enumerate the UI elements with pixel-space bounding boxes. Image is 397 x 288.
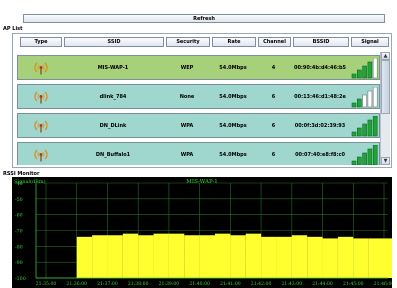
bssid-cell: 00:0f:3d:02:39:93 — [294, 123, 346, 129]
x-tick-label: 21:44:00 — [312, 281, 333, 287]
ap-list-title: AP List — [3, 26, 23, 32]
rssi-bar — [138, 235, 154, 278]
rssi-bar — [276, 236, 292, 278]
x-tick-label: 21:35:00 — [36, 281, 57, 287]
signal-strength-icon — [351, 57, 379, 79]
rssi-bar — [337, 236, 354, 278]
column-security[interactable]: Security — [166, 37, 210, 47]
x-tick-label: 21:40:00 — [189, 281, 210, 287]
x-tick-label: 21:36:00 — [66, 281, 87, 287]
rssi-bar — [353, 238, 369, 278]
ap-row-2[interactable]: dlink_784 None 54.0Mbps 6 00:13:46:d1:48:2e — [17, 84, 380, 109]
rssi-bar — [92, 235, 108, 278]
ap-list-rows: MIS-WAP-1 WEP 54.0Mbps 4 00:90:4b:d4:46:b5 dl… — [17, 52, 380, 165]
ssid-cell: MIS-WAP-1 — [97, 65, 129, 71]
signal-strength-icon — [351, 115, 379, 137]
bssid-cell: 00:13:46:d1:48:2e — [294, 94, 346, 100]
y-tick-label: -90 — [15, 260, 23, 266]
y-tick-label: -70 — [15, 229, 23, 235]
wireless-ap-icon — [33, 60, 49, 76]
security-cell: None — [179, 94, 195, 100]
rssi-bar — [153, 233, 169, 278]
bssid-cell: 00:90:4b:d4:46:b5 — [293, 65, 347, 71]
ssid-cell: DN_Buffalo1 — [95, 152, 131, 158]
x-tick-label: 21:42:00 — [251, 281, 272, 287]
y-tick-label: -60 — [15, 213, 23, 219]
rssi-bar — [107, 235, 123, 278]
column-rate[interactable]: Rate — [212, 37, 256, 47]
security-cell: WPA — [180, 152, 194, 158]
rssi-bar — [291, 235, 308, 278]
column-ssid[interactable]: SSID — [64, 37, 164, 47]
column-type[interactable]: Type — [20, 37, 62, 47]
channel-cell: 6 — [271, 94, 276, 100]
column-bssid[interactable]: BSSID — [293, 37, 349, 47]
refresh-button[interactable]: Refresh — [23, 14, 385, 23]
ssid-cell: dlink_784 — [99, 94, 127, 100]
rssi-bar — [168, 233, 185, 278]
x-tick-label: 21:45:00 — [343, 281, 364, 287]
chart-title: MIS-WAP-1 — [186, 179, 217, 185]
rssi-bar — [76, 236, 93, 278]
rate-cell: 54.0Mbps — [219, 94, 247, 100]
rate-cell: 54.0Mbps — [219, 65, 247, 71]
wireless-ap-icon — [33, 147, 49, 163]
signal-strength-icon — [351, 144, 379, 165]
wireless-ap-icon — [33, 89, 49, 105]
column-signal[interactable]: Signal — [351, 37, 389, 47]
rate-cell: 54.0Mbps — [219, 152, 247, 158]
ap-list-header: Type SSID Security Rate Channel BSSID Si… — [20, 37, 391, 47]
x-tick-label: 21:43:00 — [281, 281, 302, 287]
column-channel[interactable]: Channel — [258, 37, 291, 47]
rssi-bar — [261, 236, 277, 278]
x-tick-label: 21:38:00 — [128, 281, 149, 287]
rssi-bar — [307, 236, 323, 278]
rate-cell: 54.0Mbps — [219, 123, 247, 129]
x-tick-label: 21:46:00 — [374, 281, 392, 287]
ap-list-scrollbar[interactable]: ▲ ▼ — [380, 52, 390, 165]
x-tick-label: 21:39:00 — [159, 281, 180, 287]
ssid-cell: DN_DLink — [99, 123, 127, 129]
ap-row-4[interactable]: DN_Buffalo1 WPA 54.0Mbps 6 00:07:40:e8:f8:c0 — [17, 142, 380, 165]
channel-cell: 6 — [271, 152, 276, 158]
scroll-thumb[interactable] — [381, 60, 390, 114]
security-cell: WEP — [180, 65, 194, 71]
rssi-chart: Signal(dBm) MIS-WAP-1-40-50-60-70-80-90-1… — [14, 178, 392, 287]
rssi-bar — [215, 233, 231, 278]
rssi-bar — [384, 238, 392, 278]
rssi-bar — [368, 238, 384, 278]
scroll-down-icon[interactable]: ▼ — [381, 157, 390, 165]
ap-row-1[interactable]: MIS-WAP-1 WEP 54.0Mbps 4 00:90:4b:d4:46:b5 — [17, 55, 380, 80]
bssid-cell: 00:07:40:e8:f8:c0 — [295, 152, 345, 158]
y-tick-label: -100 — [15, 276, 26, 282]
x-tick-label: 21:41:00 — [220, 281, 241, 287]
signal-strength-icon — [351, 86, 379, 108]
rssi-bar — [322, 238, 338, 278]
y-tick-label: -50 — [15, 197, 23, 203]
security-cell: WPA — [180, 123, 194, 129]
rssi-bar — [184, 235, 200, 278]
ap-row-3[interactable]: DN_DLink WPA 54.0Mbps 6 00:0f:3d:02:39:93 — [17, 113, 380, 138]
channel-cell: 4 — [271, 65, 276, 71]
rssi-bar — [230, 235, 246, 278]
rssi-bar — [245, 233, 262, 278]
rssi-bar — [199, 235, 215, 278]
scroll-up-icon[interactable]: ▲ — [381, 52, 390, 60]
y-tick-label: -40 — [15, 181, 23, 187]
rssi-bar — [122, 233, 139, 278]
wireless-ap-icon — [33, 118, 49, 134]
x-tick-label: 21:37:00 — [97, 281, 118, 287]
y-tick-label: -80 — [15, 244, 23, 250]
channel-cell: 6 — [271, 123, 276, 129]
